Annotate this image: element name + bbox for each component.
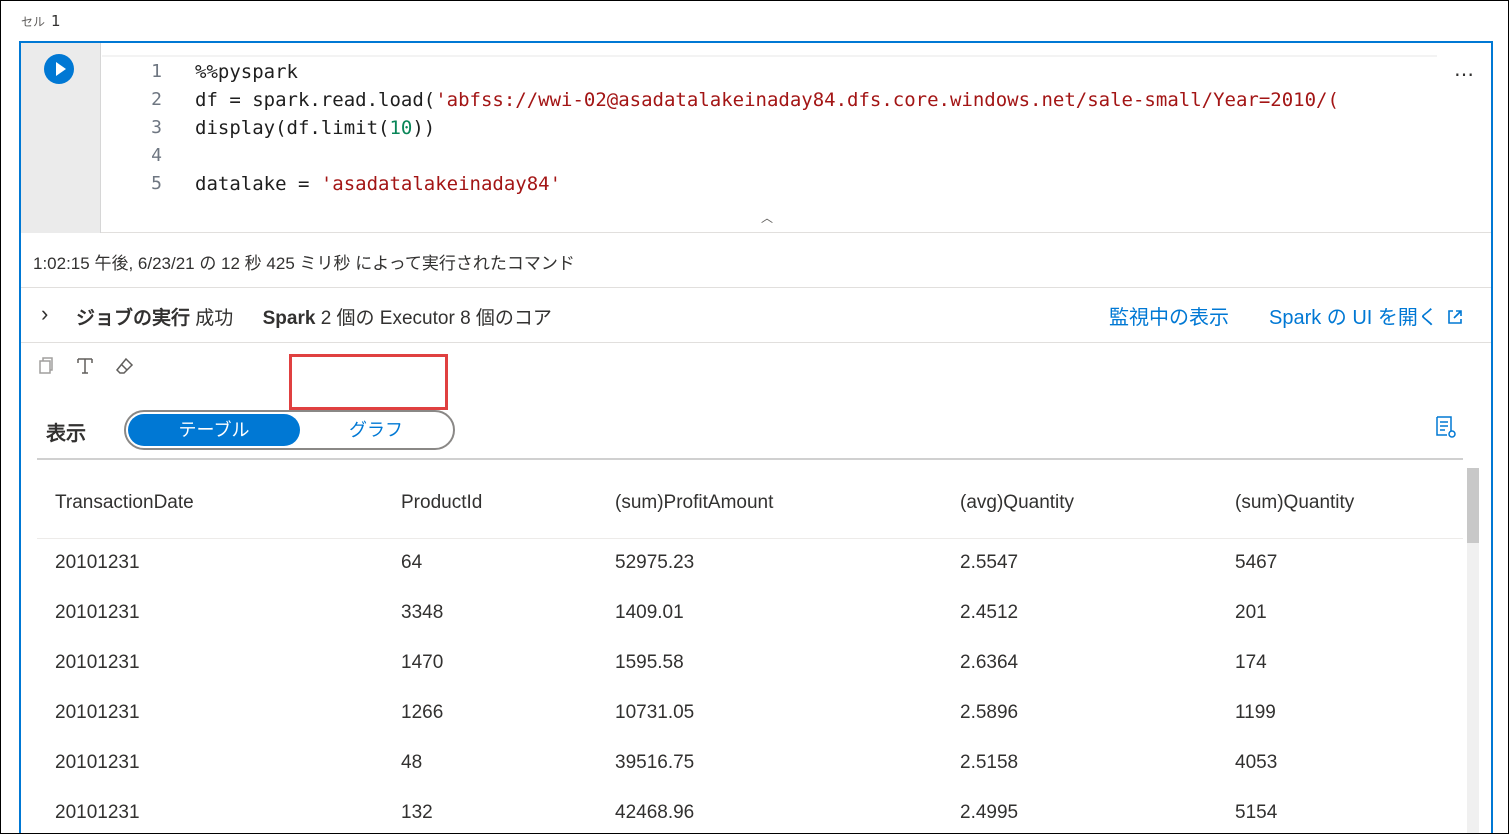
table-cell: 5154 bbox=[1235, 802, 1278, 823]
external-link-icon bbox=[1448, 310, 1463, 324]
column-header[interactable]: TransactionDate bbox=[37, 460, 383, 539]
code-text: display(df.limit(10)) bbox=[195, 117, 436, 139]
view-switcher-row: 表示 テーブル グラフ bbox=[21, 393, 1491, 453]
table-cell: 2.5547 bbox=[960, 552, 1019, 574]
table-scrollbar-thumb[interactable] bbox=[1467, 468, 1479, 543]
line-number: 5 bbox=[151, 173, 162, 194]
table-cell: 2.4512 bbox=[960, 602, 1019, 623]
graph-option-highlight bbox=[289, 354, 448, 410]
job-summary: ジョブの実行 成功 Spark 2 個の Executor 8 個のコア bbox=[76, 303, 552, 330]
job-title: ジョブの実行 bbox=[76, 308, 191, 329]
table-settings-icon[interactable] bbox=[1435, 415, 1457, 439]
spark-label: Spark bbox=[262, 308, 316, 329]
cell-gutter bbox=[21, 43, 101, 233]
table-cell: 20101231 bbox=[55, 752, 140, 773]
table-cell: 20101231 bbox=[55, 602, 140, 623]
code-text: %%pyspark bbox=[195, 61, 298, 83]
column-header[interactable]: (sum)Quantity bbox=[1217, 460, 1463, 539]
line-number: 3 bbox=[151, 117, 162, 138]
execution-status: 1:02:15 午後, 6/23/21 の 12 秒 425 ミリ秒 によって実… bbox=[21, 233, 1491, 288]
table-cell: 64 bbox=[401, 552, 423, 574]
run-cell-button[interactable] bbox=[44, 54, 74, 84]
table-cell: 52975.23 bbox=[615, 552, 695, 574]
code-line[interactable]: 5 datalake = 'asadatalakeinaday84' bbox=[102, 170, 1437, 198]
chevron-right-icon[interactable]: › bbox=[41, 301, 48, 327]
table-cell: 2.4995 bbox=[960, 802, 1019, 823]
table-view-option[interactable]: テーブル bbox=[128, 414, 300, 446]
output-toolbar bbox=[35, 355, 150, 379]
more-options-icon[interactable]: … bbox=[1454, 57, 1475, 81]
results-table-container[interactable]: TransactionDate ProductId (sum)ProfitAmoun… bbox=[37, 458, 1463, 833]
notebook-cell[interactable]: 1 %%pyspark 2 df = spark.read.load('abfss:/… bbox=[19, 41, 1493, 833]
table-cell: 1409.01 bbox=[615, 602, 684, 623]
code-line[interactable]: 2 df = spark.read.load('abfss://wwi-02@as… bbox=[102, 86, 1437, 114]
table-cell: 2.5896 bbox=[960, 702, 1019, 723]
code-text: df = spark.read.load('abfss://wwi-02@asa… bbox=[195, 89, 1339, 111]
cell-label-text: セル bbox=[21, 15, 46, 29]
table-header-row: TransactionDate ProductId (sum)ProfitAmoun… bbox=[37, 460, 1463, 539]
column-header[interactable]: (avg)Quantity bbox=[942, 460, 1217, 539]
table-cell: 2.5158 bbox=[960, 752, 1019, 773]
table-row[interactable]: 20101231 1470 1595.58 2.6364 174 bbox=[37, 638, 1463, 688]
job-execution-bar: › ジョブの実行 成功 Spark 2 個の Executor 8 個のコア 監… bbox=[21, 288, 1491, 343]
code-area[interactable]: 1 %%pyspark 2 df = spark.read.load('abfss:/… bbox=[102, 55, 1437, 225]
column-header[interactable]: (sum)ProfitAmount bbox=[597, 460, 942, 539]
monitor-link[interactable]: 監視中の表示 bbox=[1109, 301, 1229, 330]
table-cell: 2.6364 bbox=[960, 652, 1019, 673]
view-label: 表示 bbox=[46, 423, 86, 445]
line-number: 4 bbox=[151, 145, 162, 166]
eraser-icon[interactable] bbox=[115, 356, 135, 376]
table-cell: 20101231 bbox=[55, 802, 140, 823]
table-cell: 1470 bbox=[401, 652, 444, 673]
code-line[interactable]: 4 bbox=[102, 142, 1437, 170]
table-row[interactable]: 20101231 3348 1409.01 2.4512 201 bbox=[37, 588, 1463, 638]
job-result: 成功 bbox=[195, 308, 234, 329]
table-cell: 20101231 bbox=[55, 552, 140, 574]
copy-icon[interactable] bbox=[35, 356, 55, 376]
table-cell: 48 bbox=[401, 752, 423, 773]
table-cell: 132 bbox=[401, 802, 433, 823]
table-cell: 20101231 bbox=[55, 702, 140, 723]
table-cell: 20101231 bbox=[55, 652, 140, 673]
column-header[interactable]: ProductId bbox=[383, 460, 597, 539]
collapse-editor-icon[interactable]: ︿ bbox=[761, 209, 773, 226]
table-cell: 3348 bbox=[401, 602, 444, 623]
table-row[interactable]: 20101231 132 42468.96 2.4995 5154 bbox=[37, 788, 1463, 833]
table-cell: 39516.75 bbox=[615, 752, 695, 773]
spark-ui-link-label: Spark の UI を開く bbox=[1269, 307, 1438, 329]
table-cell: 1595.58 bbox=[615, 652, 684, 673]
code-text: datalake = 'asadatalakeinaday84' bbox=[195, 173, 562, 195]
table-row[interactable]: 20101231 1266 10731.05 2.5896 1199 bbox=[37, 688, 1463, 738]
table-row[interactable]: 20101231 48 39516.75 2.5158 4053 bbox=[37, 738, 1463, 788]
executor-info: 2 個の Executor 8 個のコア bbox=[320, 308, 552, 329]
table-cell: 174 bbox=[1235, 652, 1267, 673]
table-row[interactable]: 20101231 64 52975.23 2.5547 5467 bbox=[37, 538, 1463, 588]
screenshot-frame: セル 1 1 %%pyspark 2 df = spark.read.load('abf… bbox=[0, 0, 1509, 834]
code-line[interactable]: 1 %%pyspark bbox=[102, 58, 1437, 86]
table-cell: 4053 bbox=[1235, 752, 1278, 773]
table-cell: 201 bbox=[1235, 602, 1267, 623]
table-cell: 1266 bbox=[401, 702, 444, 723]
code-editor[interactable]: 1 %%pyspark 2 df = spark.read.load('abfss:/… bbox=[21, 43, 1491, 233]
view-toggle[interactable]: テーブル グラフ bbox=[124, 410, 455, 450]
table-cell: 42468.96 bbox=[615, 802, 695, 823]
code-line[interactable]: 3 display(df.limit(10)) bbox=[102, 114, 1437, 142]
table-cell: 10731.05 bbox=[615, 702, 695, 723]
line-number: 1 bbox=[151, 61, 162, 82]
results-table: TransactionDate ProductId (sum)ProfitAmoun… bbox=[37, 460, 1463, 833]
execution-status-text: 1:02:15 午後, 6/23/21 の 12 秒 425 ミリ秒 によって実… bbox=[33, 254, 575, 273]
cell-number: 1 bbox=[51, 12, 61, 30]
clear-format-icon[interactable] bbox=[75, 356, 95, 376]
table-cell: 1199 bbox=[1235, 702, 1276, 723]
line-number: 2 bbox=[151, 89, 162, 110]
graph-view-option[interactable]: グラフ bbox=[306, 414, 446, 446]
cell-label: セル 1 bbox=[21, 12, 61, 30]
table-cell: 5467 bbox=[1235, 552, 1278, 574]
spark-ui-link[interactable]: Spark の UI を開く bbox=[1269, 301, 1463, 330]
